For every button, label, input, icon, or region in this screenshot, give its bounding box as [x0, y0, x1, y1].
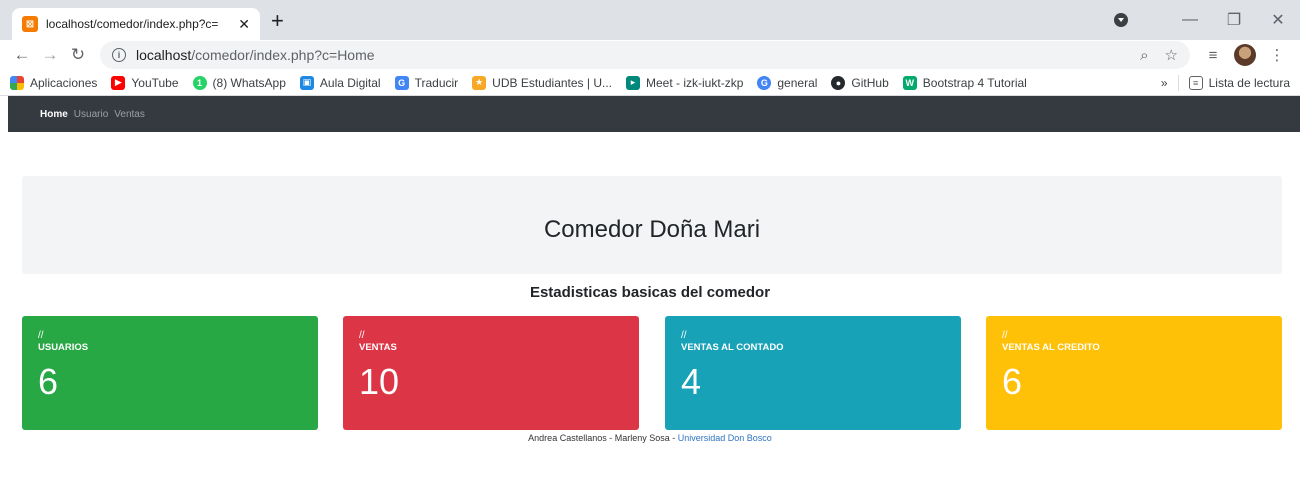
bookmarks-bar: Aplicaciones ▶ YouTube 1 (8) WhatsApp ▣ …: [0, 70, 1300, 96]
browser-chrome: ⊠ localhost/comedor/index.php?c= ✕ + — ❐…: [0, 0, 1300, 96]
url-path: /comedor/index.php?c=Home: [191, 47, 375, 63]
avatar[interactable]: [1234, 44, 1256, 66]
reading-list-button[interactable]: Lista de lectura: [1209, 76, 1290, 90]
meet-icon: ▸: [626, 75, 641, 90]
forward-icon[interactable]: →: [36, 45, 64, 65]
media-control-icon[interactable]: ≡: [1198, 47, 1228, 64]
info-icon[interactable]: i: [112, 48, 126, 62]
stat-card-ventas: // VENTAS 10: [343, 316, 639, 430]
window-controls: — ❐ ✕: [1114, 0, 1300, 40]
bookmarks-divider: [1177, 74, 1179, 91]
card-value: 6: [1002, 361, 1023, 402]
address-bar[interactable]: i localhost/comedor/index.php?c=Home ⌕ ☆: [100, 41, 1190, 69]
aula-digital-icon: ▣: [299, 75, 314, 90]
card-label: VENTAS: [359, 342, 397, 353]
bookmark-label: GitHub: [851, 75, 889, 90]
bookmark-item[interactable]: 1 (8) WhatsApp: [192, 75, 286, 90]
bookmark-item[interactable]: G Traducir: [394, 75, 459, 90]
bookmark-label: YouTube: [131, 75, 179, 90]
bookmark-label: (8) WhatsApp: [212, 75, 286, 90]
bookmark-item[interactable]: ★ UDB Estudiantes | U...: [472, 75, 613, 90]
back-icon[interactable]: ←: [8, 45, 36, 65]
browser-toolbar: ← → ↻ i localhost/comedor/index.php?c=Ho…: [0, 40, 1300, 70]
reload-icon[interactable]: ↻: [64, 45, 92, 65]
footer-authors: Andrea Castellanos - Marleny Sosa -: [528, 433, 678, 443]
new-tab-button[interactable]: +: [271, 10, 284, 32]
jumbotron: Comedor Doña Mari: [22, 176, 1282, 274]
bookmark-item[interactable]: G general: [757, 75, 818, 90]
stat-card-usuarios: // USUARIOS 6: [22, 316, 318, 430]
card-value: 6: [38, 361, 59, 402]
card-prefix: //: [38, 330, 44, 341]
nav-link-usuario[interactable]: Usuario: [74, 109, 108, 120]
zoom-icon[interactable]: ⌕: [1140, 47, 1148, 64]
reading-list-icon: ≡: [1188, 75, 1203, 90]
card-value: 4: [681, 361, 702, 402]
card-label: VENTAS AL CONTADO: [681, 342, 784, 353]
bookmark-item[interactable]: ▣ Aula Digital: [299, 75, 381, 90]
bookmark-label: Aplicaciones: [30, 75, 98, 90]
translate-icon: G: [394, 75, 409, 90]
card-prefix: //: [359, 330, 365, 341]
section-subtitle: Estadisticas basicas del comedor: [529, 284, 771, 301]
close-window-icon[interactable]: ✕: [1256, 10, 1300, 30]
tab-title: localhost/comedor/index.php?c=: [46, 17, 219, 31]
restore-icon[interactable]: ❐: [1212, 10, 1256, 30]
web-page: Home Usuario Ventas Comedor Doña Mari Es…: [0, 96, 1300, 458]
card-label: VENTAS AL CREDITO: [1002, 342, 1100, 353]
card-prefix: //: [681, 330, 687, 341]
minimize-icon[interactable]: —: [1168, 11, 1212, 29]
card-value: 10: [359, 361, 400, 402]
w3schools-icon: W: [902, 75, 917, 90]
bookmarks-overflow-button[interactable]: »: [1161, 76, 1168, 90]
tab-strip: ⊠ localhost/comedor/index.php?c= ✕ + — ❐…: [0, 0, 1300, 40]
bookmark-label: Traducir: [414, 75, 459, 90]
page-title: Comedor Doña Mari: [543, 216, 761, 243]
menu-dots-icon[interactable]: ⋮: [1262, 46, 1292, 64]
bookmark-label: Aula Digital: [319, 75, 381, 90]
bookmark-item[interactable]: Aplicaciones: [10, 75, 98, 90]
udb-icon: ★: [472, 75, 487, 90]
card-label: USUARIOS: [38, 342, 89, 353]
close-icon[interactable]: ✕: [238, 16, 250, 33]
bookmark-label: Bootstrap 4 Tutorial: [922, 75, 1027, 90]
general-icon: G: [757, 75, 772, 90]
youtube-icon: ▶: [111, 75, 126, 90]
site-navbar: Home Usuario Ventas: [8, 96, 1300, 132]
bookmark-label: general: [777, 75, 818, 90]
card-prefix: //: [1002, 330, 1008, 341]
stat-card-ventas-credito: // VENTAS AL CREDITO 6: [986, 316, 1282, 430]
bookmark-star-icon[interactable]: ☆: [1165, 46, 1178, 64]
bookmark-label: UDB Estudiantes | U...: [492, 75, 613, 90]
footer-link-udb[interactable]: Universidad Don Bosco: [678, 433, 772, 443]
bookmark-item[interactable]: ● GitHub: [831, 75, 889, 90]
profile-menu-icon[interactable]: [1114, 13, 1128, 27]
browser-tab[interactable]: ⊠ localhost/comedor/index.php?c= ✕: [12, 8, 260, 40]
xampp-icon: ⊠: [22, 16, 38, 32]
stat-card-ventas-contado: // VENTAS AL CONTADO 4: [665, 316, 961, 430]
bookmark-item[interactable]: ▸ Meet - izk-iukt-zkp: [626, 75, 744, 90]
page-footer: Andrea Castellanos - Marleny Sosa - Univ…: [0, 433, 1300, 443]
whatsapp-icon: 1: [192, 75, 207, 90]
bookmark-item[interactable]: ▶ YouTube: [111, 75, 179, 90]
nav-link-home[interactable]: Home: [40, 109, 68, 120]
github-icon: ●: [831, 75, 846, 90]
apps-grid-icon: [10, 75, 24, 90]
nav-link-ventas[interactable]: Ventas: [114, 109, 145, 120]
url-host: localhost: [136, 47, 192, 63]
bookmark-item[interactable]: W Bootstrap 4 Tutorial: [902, 75, 1027, 90]
bookmark-label: Meet - izk-iukt-zkp: [646, 75, 744, 90]
